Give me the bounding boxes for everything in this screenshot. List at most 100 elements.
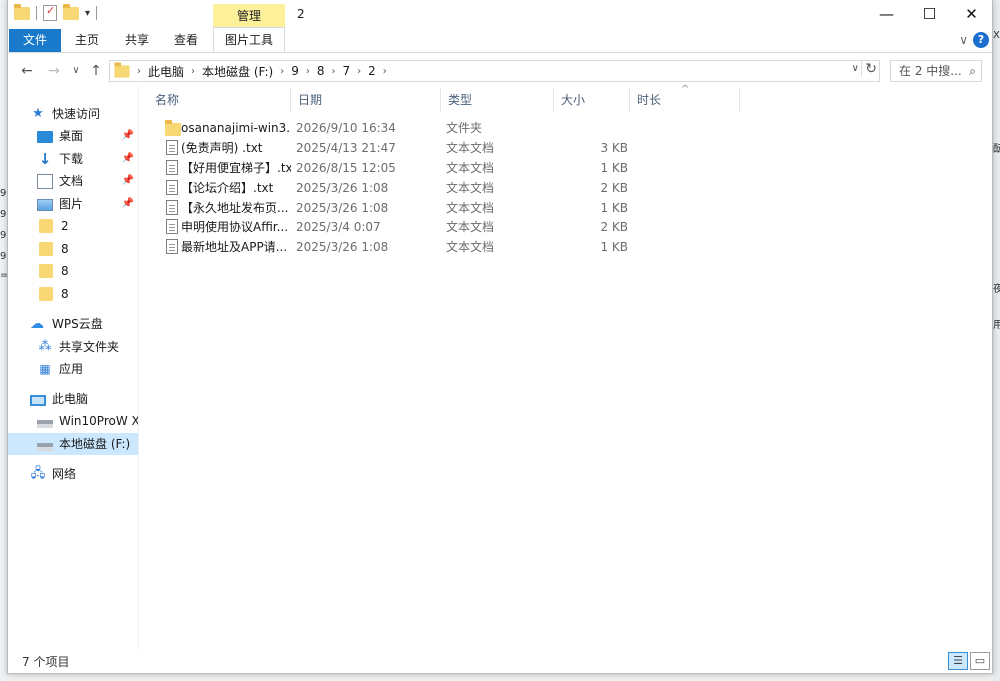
- chevron-right-icon[interactable]: ›: [137, 66, 141, 77]
- column-header-date[interactable]: 日期: [291, 88, 441, 112]
- breadcrumb-folder[interactable]: 2: [368, 64, 376, 78]
- sidebar-item-folder[interactable]: 2: [8, 215, 138, 237]
- chevron-right-icon[interactable]: ›: [280, 66, 284, 77]
- file-row[interactable]: osananajimi-win3... 2026/9/10 16:34 文件夹: [148, 118, 628, 138]
- sidebar-item-network[interactable]: 🖧 网络: [8, 463, 138, 485]
- tab-home[interactable]: 主页: [70, 29, 104, 52]
- pin-icon[interactable]: 📌: [122, 148, 134, 170]
- folder-icon: [39, 242, 53, 256]
- column-header-size[interactable]: 大小: [554, 88, 630, 112]
- file-type: 文本文档: [446, 161, 495, 175]
- text-file-icon: [166, 200, 178, 215]
- chevron-right-icon[interactable]: ›: [306, 66, 310, 77]
- column-header-duration[interactable]: 时长: [630, 88, 740, 112]
- file-row[interactable]: (免责声明) .txt 2025/4/13 21:47 文本文档 3 KB: [148, 138, 628, 158]
- sidebar-item-documents[interactable]: 文档 📌: [8, 170, 138, 192]
- file-name: 【论坛介绍】.txt: [181, 181, 274, 195]
- sidebar-item-folder[interactable]: 8: [8, 238, 138, 260]
- file-type: 文本文档: [446, 220, 495, 234]
- sidebar-item-label: 桌面: [59, 129, 84, 143]
- expand-ribbon-icon[interactable]: ∨: [959, 33, 968, 47]
- background-fragment: 9: [0, 188, 7, 199]
- help-icon[interactable]: ?: [973, 32, 989, 48]
- details-view-icon: ☰: [953, 654, 963, 667]
- file-size: 2 KB: [600, 220, 628, 234]
- file-name: (免责声明) .txt: [181, 141, 263, 155]
- breadcrumb-drive[interactable]: 本地磁盘 (F:): [202, 63, 273, 80]
- pin-icon[interactable]: 📌: [122, 170, 134, 192]
- sidebar-item-wps-cloud[interactable]: ☁ WPS云盘: [8, 313, 138, 335]
- breadcrumb-folder[interactable]: 7: [343, 64, 351, 78]
- pane-divider[interactable]: [138, 86, 139, 650]
- chevron-right-icon[interactable]: ›: [383, 66, 387, 77]
- file-size: 1 KB: [600, 240, 628, 254]
- breadcrumb-this-pc[interactable]: 此电脑: [148, 63, 184, 80]
- background-fragment: 9: [0, 251, 7, 262]
- properties-icon[interactable]: [43, 4, 57, 21]
- sidebar-item-apps[interactable]: ▦ 应用: [8, 358, 138, 380]
- details-view-button[interactable]: ☰: [948, 652, 968, 670]
- sidebar-item-shared-folder[interactable]: ⁂ 共享文件夹: [8, 336, 138, 358]
- file-size: 1 KB: [600, 201, 628, 215]
- file-date: 2025/3/26 1:08: [296, 201, 389, 215]
- back-button[interactable]: ←: [16, 61, 38, 81]
- search-icon[interactable]: ⌕: [969, 61, 976, 81]
- chevron-right-icon[interactable]: ›: [332, 66, 336, 77]
- folder-icon: [39, 219, 53, 233]
- network-icon: 🖧: [30, 466, 46, 481]
- folder-icon: [114, 61, 130, 78]
- refresh-icon[interactable]: ↻: [861, 61, 877, 77]
- tab-view[interactable]: 查看: [169, 29, 203, 52]
- sidebar-item-folder[interactable]: 8: [8, 260, 138, 282]
- apps-icon: ▦: [39, 362, 51, 376]
- up-button[interactable]: ↑: [85, 61, 107, 81]
- sidebar-item-desktop[interactable]: 桌面 📌: [8, 125, 138, 147]
- sidebar-item-label: 本地磁盘 (F:): [59, 437, 131, 451]
- recent-locations-button[interactable]: ∨: [65, 61, 87, 81]
- sidebar-item-drive[interactable]: Win10ProW X6: [8, 410, 138, 432]
- sidebar-item-folder[interactable]: 8: [8, 283, 138, 305]
- search-input[interactable]: 在 2 中搜... ⌕: [890, 60, 982, 82]
- sidebar-item-downloads[interactable]: ↓ 下载 📌: [8, 148, 138, 170]
- sidebar-item-label: Win10ProW X6: [59, 414, 138, 428]
- sidebar-item-drive-f[interactable]: 本地磁盘 (F:): [8, 433, 138, 455]
- customize-toolbar-icon[interactable]: ▾: [85, 8, 90, 19]
- sidebar-item-quick-access[interactable]: ★ 快速访问: [8, 103, 138, 125]
- sidebar-item-label: 网络: [52, 467, 77, 481]
- file-row[interactable]: 【永久地址发布页... 2025/3/26 1:08 文本文档 1 KB: [148, 198, 628, 218]
- file-row[interactable]: 申明使用协议Affir... 2025/3/4 0:07 文本文档 2 KB: [148, 217, 628, 237]
- maximize-button[interactable]: ☐: [907, 0, 952, 30]
- tab-picture-tools[interactable]: 图片工具: [213, 27, 285, 52]
- chevron-down-icon[interactable]: ∨: [852, 63, 859, 74]
- column-header-type[interactable]: 类型: [441, 88, 554, 112]
- title-bar: ▾ 管理 2 — ☐ ✕: [8, 0, 992, 31]
- file-row[interactable]: 【好用便宜梯子】.txt 2026/8/15 12:05 文本文档 1 KB: [148, 158, 628, 178]
- forward-button[interactable]: →: [43, 61, 65, 81]
- background-fragment: 用: [993, 320, 1000, 331]
- download-icon: ↓: [38, 150, 52, 168]
- file-type: 文本文档: [446, 240, 495, 254]
- tab-file[interactable]: 文件: [9, 29, 61, 52]
- chevron-right-icon[interactable]: ›: [191, 66, 195, 77]
- file-row[interactable]: 【论坛介绍】.txt 2025/3/26 1:08 文本文档 2 KB: [148, 178, 628, 198]
- file-row[interactable]: 最新地址及APP请... 2025/3/26 1:08 文本文档 1 KB: [148, 237, 628, 257]
- large-icons-view-button[interactable]: ▭: [970, 652, 990, 670]
- column-header-name[interactable]: 名称: [148, 88, 291, 112]
- breadcrumb-folder[interactable]: 9: [291, 64, 299, 78]
- file-type: 文本文档: [446, 141, 495, 155]
- new-folder-icon[interactable]: [63, 3, 79, 20]
- breadcrumb-folder[interactable]: 8: [317, 64, 325, 78]
- address-bar[interactable]: › 此电脑 › 本地磁盘 (F:) › 9 › 8 › 7 › 2 › ∨ ↻: [109, 60, 880, 82]
- tab-share[interactable]: 共享: [120, 29, 154, 52]
- sidebar-item-pictures[interactable]: 图片 📌: [8, 193, 138, 215]
- minimize-button[interactable]: —: [864, 0, 909, 30]
- pin-icon[interactable]: 📌: [122, 125, 134, 147]
- file-name: 最新地址及APP请...: [181, 240, 288, 254]
- star-icon: ★: [32, 106, 44, 121]
- navigation-pane: ★ 快速访问 桌面 📌 ↓ 下载 📌 文档 📌 图片 📌 2 8 8 8 ☁ W…: [8, 90, 138, 650]
- close-button[interactable]: ✕: [949, 0, 994, 30]
- sidebar-item-this-pc[interactable]: 此电脑: [8, 388, 138, 410]
- text-file-icon: [166, 180, 178, 195]
- pin-icon[interactable]: 📌: [122, 193, 134, 215]
- chevron-right-icon[interactable]: ›: [357, 66, 361, 77]
